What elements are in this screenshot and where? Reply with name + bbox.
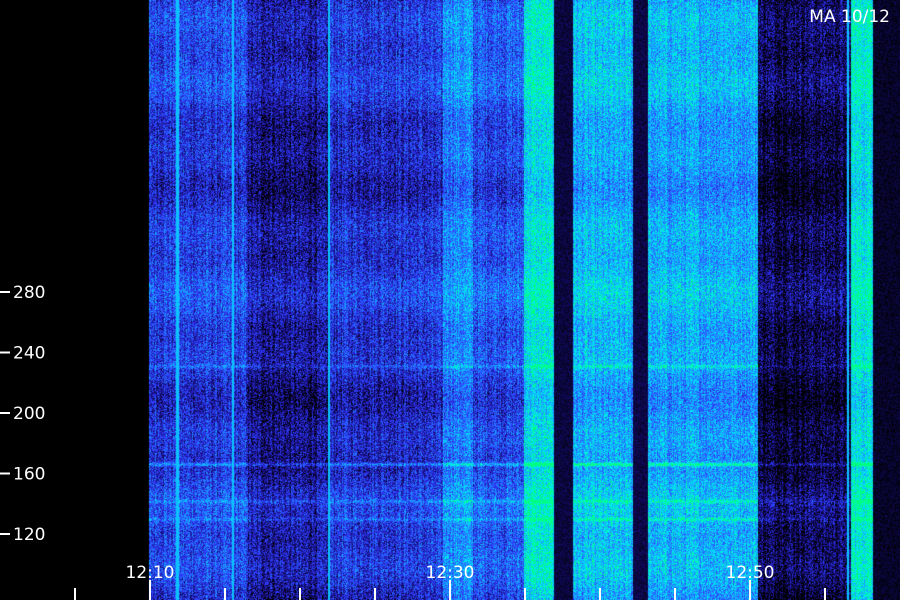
y-axis: 120 160 200 240 280 (0, 283, 45, 545)
y-tick-label: 200 (13, 404, 45, 424)
x-tick-label: 12:50 (726, 563, 775, 583)
x-tick-label: 12:10 (126, 563, 175, 583)
y-tick-label: 280 (13, 283, 45, 303)
x-axis: 12:10 12:30 12:50 (74, 563, 826, 600)
y-tick-label: 160 (13, 465, 45, 485)
chart-overlay: 120 160 200 240 280 12:10 12:30 12:50 MA 10/12 (0, 7, 890, 600)
y-tick-label: 240 (13, 344, 45, 364)
x-tick-label: 12:30 (426, 563, 475, 583)
station-date-label: MA 10/12 (809, 7, 890, 27)
y-tick-label: 120 (13, 525, 45, 545)
